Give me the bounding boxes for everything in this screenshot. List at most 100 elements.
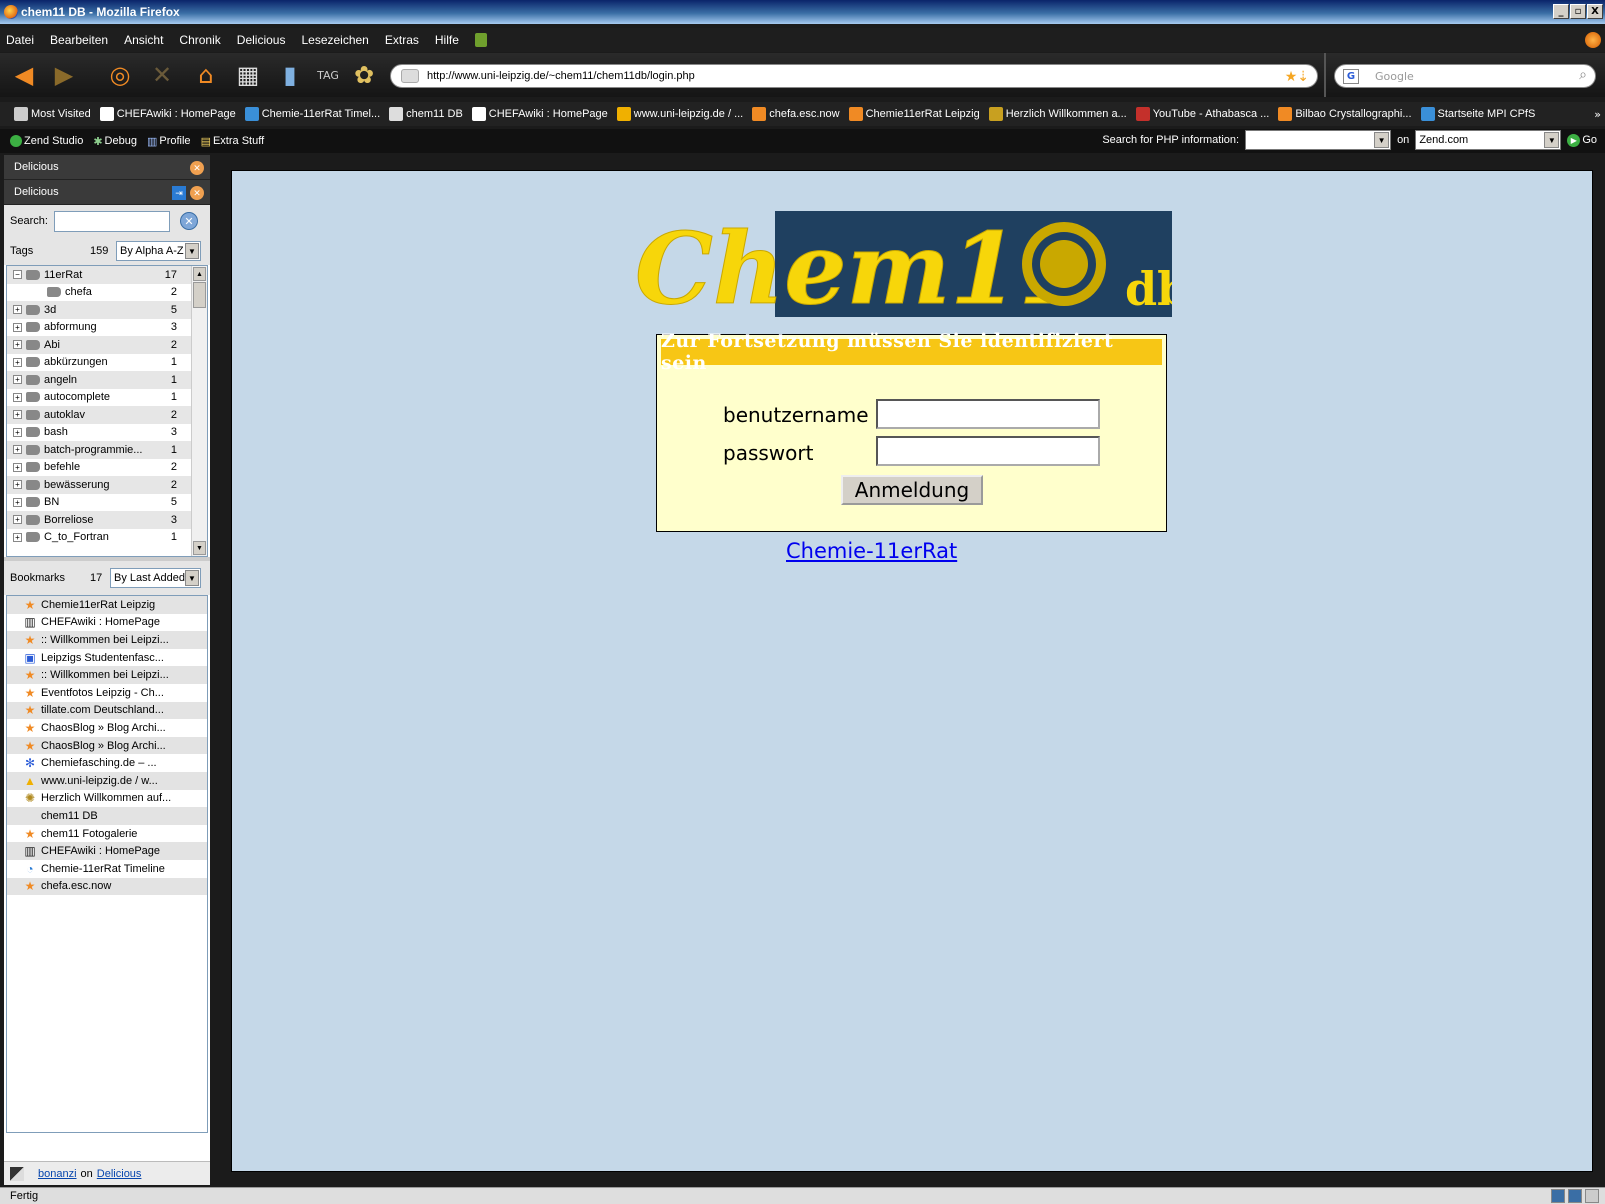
menu-hilfe[interactable]: Hilfe xyxy=(435,33,459,47)
expand-icon[interactable]: + xyxy=(13,375,22,385)
menu-lesezeichen[interactable]: Lesezeichen xyxy=(301,33,368,47)
address-url[interactable]: http://www.uni-leipzig.de/~chem11/chem11… xyxy=(427,70,695,82)
search-placeholder[interactable]: Google xyxy=(1375,70,1414,83)
sidebar-search-input[interactable] xyxy=(53,210,170,232)
close-sidebar-icon[interactable]: ✕ xyxy=(190,161,204,175)
expand-icon[interactable]: + xyxy=(13,462,22,472)
chevron-down-icon[interactable]: ▼ xyxy=(1544,132,1560,148)
login-button[interactable]: Anmeldung xyxy=(841,475,983,505)
expand-icon[interactable]: + xyxy=(13,497,22,507)
bookmark-toolbar-item[interactable]: Herzlich Willkommen a... xyxy=(988,107,1127,121)
bookmark-toolbar-item[interactable]: www.uni-leipzig.de / ... xyxy=(616,107,743,121)
sidebar-splitter[interactable] xyxy=(211,155,217,1185)
expand-icon[interactable]: + xyxy=(13,392,22,402)
tag-row[interactable]: + Borreliose 3 xyxy=(7,511,207,529)
search-icon[interactable]: ⌕ xyxy=(1579,67,1587,83)
expand-icon[interactable]: + xyxy=(13,357,22,367)
tag-list-scrollbar[interactable]: ▲ ▼ xyxy=(191,266,207,556)
addon-button[interactable]: ✿ xyxy=(350,61,378,89)
bookmark-row[interactable]: ✺ Herzlich Willkommen auf... xyxy=(7,790,207,808)
scroll-up-icon[interactable]: ▲ xyxy=(193,267,206,281)
bookmark-row[interactable]: ★ Chemie11erRat Leipzig xyxy=(7,596,207,614)
bookmark-toolbar-item[interactable]: Bilbao Crystallographi... xyxy=(1278,107,1412,121)
tag-row[interactable]: + angeln 1 xyxy=(7,371,207,389)
bookmark-toolbar-item[interactable]: YouTube - Athabasca ... xyxy=(1135,107,1269,121)
password-input[interactable] xyxy=(876,436,1100,466)
bookmark-row[interactable]: ★:: Willkommen bei Leipzi... xyxy=(7,631,207,649)
bookmark-row[interactable]: ▲ www.uni-leipzig.de / w... xyxy=(7,771,207,790)
debug-button[interactable]: ✱ Debug xyxy=(93,135,137,148)
site-identity-icon[interactable] xyxy=(401,69,419,83)
extra-stuff-button[interactable]: ▤ Extra Stuff xyxy=(201,135,265,148)
tag-row[interactable]: + befehle 2 xyxy=(7,459,207,477)
tag-row[interactable]: + bewässerung 2 xyxy=(7,476,207,494)
bookmark-row[interactable]: chem11 DB xyxy=(7,807,207,825)
bookmark-toolbar-item[interactable]: chem11 DB xyxy=(389,107,463,121)
collapse-icon[interactable]: − xyxy=(13,270,22,280)
go-button[interactable]: ▶ Go xyxy=(1567,133,1597,147)
tag-row[interactable]: − 11erRat 17 xyxy=(7,266,207,284)
bookmark-row[interactable]: ★ chefa.esc.now xyxy=(7,877,207,896)
extension-icon[interactable] xyxy=(474,33,487,47)
stop-button[interactable]: ✕ xyxy=(148,61,176,89)
bookmark-row[interactable]: ▣ Leipzigs Studentenfasc... xyxy=(7,649,207,667)
chevron-down-icon[interactable]: ▼ xyxy=(1374,132,1390,148)
bookmark-row[interactable]: ★ ChaosBlog » Blog Archi... xyxy=(7,736,207,755)
menu-extras[interactable]: Extras xyxy=(385,33,419,47)
php-search-input[interactable]: ▼ xyxy=(1245,130,1392,150)
bookmark-toolbar-item[interactable]: CHEFAwiki : HomePage xyxy=(471,107,608,121)
back-button[interactable]: ◀ xyxy=(10,61,38,89)
expand-icon[interactable]: + xyxy=(13,305,22,315)
clear-search-icon[interactable]: ✕ xyxy=(179,212,198,230)
forward-button[interactable]: ▶ xyxy=(50,61,78,89)
bookmark-row[interactable]: ★:: Willkommen bei Leipzi... xyxy=(7,666,207,684)
tag-row[interactable]: + batch-programmie... 1 xyxy=(7,441,207,459)
delicious-status-icon[interactable] xyxy=(1551,1189,1565,1203)
menu-bearbeiten[interactable]: Bearbeiten xyxy=(50,33,108,47)
chevron-more-icon[interactable]: » xyxy=(1594,108,1601,121)
expand-icon[interactable]: + xyxy=(13,340,22,350)
bookmark-toolbar-item[interactable]: Chemie11erRat Leipzig xyxy=(848,107,980,121)
snowflake-icon[interactable] xyxy=(1568,1189,1582,1203)
search-box[interactable]: G Google ⌕ xyxy=(1334,64,1596,88)
bookmark-row[interactable]: ▥ CHEFAwiki : HomePage xyxy=(7,614,207,632)
bookmark-star-icon[interactable]: ★⇣ xyxy=(1285,68,1309,85)
bookmark-button[interactable]: ▮ xyxy=(276,61,304,89)
tag-row[interactable]: + autoklav 2 xyxy=(7,406,207,424)
username-input[interactable] xyxy=(876,399,1100,429)
expand-icon[interactable]: + xyxy=(13,322,22,332)
home-button[interactable]: ⌂ xyxy=(192,61,220,89)
menu-delicious[interactable]: Delicious xyxy=(237,33,286,47)
close-panel-icon[interactable]: ✕ xyxy=(190,186,204,200)
bookmark-toolbar-item[interactable]: Startseite MPI CPfS xyxy=(1420,107,1535,121)
user-link[interactable]: bonanzi xyxy=(38,1168,77,1180)
menu-datei[interactable]: Datei xyxy=(6,33,34,47)
bookmark-toolbar-item[interactable]: Chemie-11erRat Timel... xyxy=(244,107,380,121)
tag-row[interactable]: + C_to_Fortran 1 xyxy=(7,529,207,547)
expand-icon[interactable]: + xyxy=(13,445,22,455)
scroll-down-icon[interactable]: ▼ xyxy=(193,541,206,555)
bookmark-row[interactable]: ★ Eventfotos Leipzig - Ch... xyxy=(7,684,207,702)
expand-icon[interactable]: + xyxy=(13,410,22,420)
tags-sort-select[interactable]: By Alpha A-Z ▼ xyxy=(116,241,201,261)
bookmark-toolbar-item[interactable]: chefa.esc.now xyxy=(752,107,840,121)
bookmark-row[interactable]: ★ chem11 Fotogalerie xyxy=(7,825,207,843)
tag-row[interactable]: + BN 5 xyxy=(7,494,207,512)
tag-row[interactable]: + abformung 3 xyxy=(7,319,207,337)
bookmark-row[interactable]: ▥ CHEFAwiki : HomePage xyxy=(7,842,207,860)
tag-button[interactable]: TAG xyxy=(314,61,342,89)
pin-icon[interactable]: ⇥ xyxy=(172,186,186,200)
bookmark-row[interactable]: ✻ Chemiefasching.de – ... xyxy=(7,754,207,772)
expand-icon[interactable]: + xyxy=(13,480,22,490)
mail-icon[interactable] xyxy=(1585,1189,1599,1203)
tag-row[interactable]: + Abi 2 xyxy=(7,336,207,354)
menu-chronik[interactable]: Chronik xyxy=(179,33,220,47)
chemie-11errat-link[interactable]: Chemie-11erRat xyxy=(786,539,957,563)
maximize-button[interactable]: ▫ xyxy=(1570,4,1586,19)
expand-icon[interactable]: + xyxy=(13,532,22,542)
expand-icon[interactable]: + xyxy=(13,427,22,437)
profile-button[interactable]: ▥ Profile xyxy=(147,135,191,148)
tag-row[interactable]: + bash 3 xyxy=(7,424,207,442)
minimize-button[interactable]: _ xyxy=(1553,4,1569,19)
bookmark-row[interactable]: ◔ Chemie-11erRat Timeline xyxy=(7,860,207,878)
